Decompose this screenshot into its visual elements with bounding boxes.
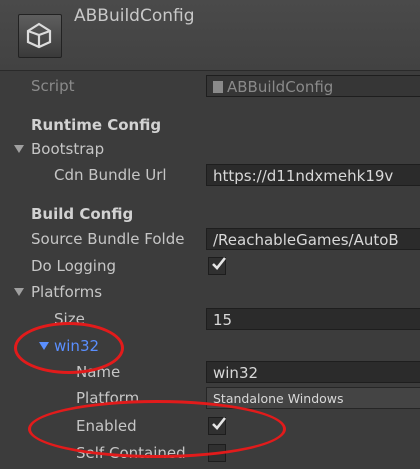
checkmark-icon <box>212 417 227 430</box>
inspector-title: ABBuildConfig <box>74 6 195 26</box>
platforms-size-row: Size 15 <box>0 306 420 332</box>
checkmark-icon <box>212 257 227 270</box>
build-config-heading: Build Config <box>31 205 134 223</box>
platforms-label: Platforms <box>31 283 103 301</box>
cdn-bundle-url-row: Cdn Bundle Url https://d11ndxmehk19v <box>0 162 420 188</box>
enabled-checkbox[interactable] <box>208 417 227 435</box>
foldout-arrow-icon[interactable] <box>14 145 24 153</box>
win32-foldout[interactable]: win32 <box>0 333 420 359</box>
script-file-icon <box>213 81 223 93</box>
enabled-label: Enabled <box>76 417 137 435</box>
build-config-header: Build Config <box>0 201 420 227</box>
script-field[interactable]: ABBuildConfig <box>206 75 420 97</box>
foldout-arrow-icon[interactable] <box>14 288 24 296</box>
bootstrap-label: Bootstrap <box>31 140 105 158</box>
bootstrap-foldout[interactable]: Bootstrap <box>0 136 420 162</box>
script-row: Script ABBuildConfig <box>0 73 420 99</box>
unity-logo-icon <box>18 14 62 58</box>
do-logging-label: Do Logging <box>31 257 117 275</box>
platforms-size-input[interactable]: 15 <box>206 308 420 330</box>
platform-name-label: Name <box>76 363 121 381</box>
source-bundle-folder-row: Source Bundle Folde /ReachableGames/Auto… <box>0 226 420 252</box>
cdn-bundle-url-input[interactable]: https://d11ndxmehk19v <box>206 164 420 186</box>
win32-element-label: win32 <box>54 337 100 355</box>
platforms-size-label: Size <box>54 310 85 328</box>
runtime-config-header: Runtime Config <box>0 112 420 138</box>
platform-dropdown[interactable]: Standalone Windows <box>206 387 420 409</box>
do-logging-row: Do Logging <box>0 253 420 279</box>
platform-name-row: Name win32 <box>0 359 420 385</box>
cdn-bundle-url-label: Cdn Bundle Url <box>54 166 167 184</box>
self-contained-checkbox[interactable] <box>208 444 226 462</box>
enabled-row: Enabled <box>0 413 420 439</box>
script-label: Script <box>31 77 75 95</box>
platform-label: Platform <box>76 389 140 407</box>
inspector-header: ABBuildConfig <box>0 0 420 71</box>
self-contained-label: Self Contained <box>76 444 186 462</box>
platforms-foldout[interactable]: Platforms <box>0 279 420 305</box>
runtime-config-heading: Runtime Config <box>31 116 162 134</box>
self-contained-row: Self Contained <box>0 440 420 466</box>
script-value: ABBuildConfig <box>227 78 334 96</box>
source-bundle-folder-input[interactable]: /ReachableGames/AutoB <box>206 228 420 250</box>
platform-name-input[interactable]: win32 <box>206 361 420 383</box>
platform-row: Platform Standalone Windows <box>0 385 420 411</box>
source-bundle-folder-label: Source Bundle Folde <box>31 230 185 248</box>
foldout-arrow-icon[interactable] <box>39 342 49 350</box>
do-logging-checkbox[interactable] <box>208 257 227 275</box>
